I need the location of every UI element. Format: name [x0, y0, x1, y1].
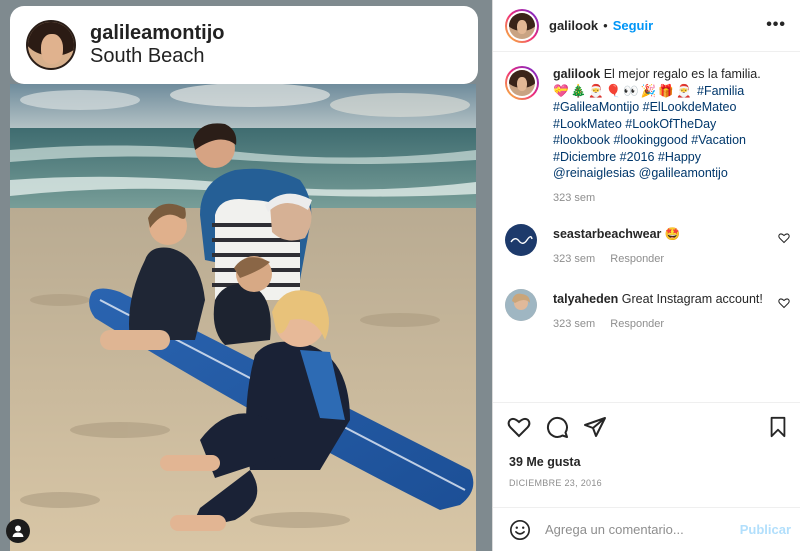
- comment-text: 🤩: [664, 227, 681, 241]
- story-username[interactable]: galileamontijo: [90, 22, 224, 45]
- comment-time: 323 sem: [553, 317, 596, 330]
- caption-username[interactable]: galilook: [553, 67, 600, 81]
- post-caption: galilook El mejor regalo es la familia. …: [493, 52, 800, 206]
- post-details-panel: galilook • Seguir ••• galilook El mejor …: [492, 0, 800, 551]
- story-location[interactable]: South Beach: [90, 45, 224, 68]
- likes-count[interactable]: 39 Me gusta: [509, 455, 581, 469]
- follow-button[interactable]: Seguir: [613, 18, 653, 33]
- comment-input[interactable]: [545, 522, 725, 537]
- comment-text: Great Instagram account!: [621, 292, 763, 306]
- publish-button[interactable]: Publicar: [740, 522, 791, 537]
- story-header: galileamontijo South Beach: [10, 6, 478, 84]
- caption-avatar[interactable]: [505, 66, 539, 100]
- tagged-users-button[interactable]: [6, 519, 30, 543]
- post-actions-bar: [493, 402, 800, 450]
- caption-emojis: 💝🎄🎅🎈👀🎉🎁🎅: [553, 83, 694, 98]
- comment-time: 323 sem: [553, 252, 596, 265]
- like-button[interactable]: [507, 415, 531, 439]
- more-options-icon[interactable]: •••: [766, 16, 786, 34]
- share-button[interactable]: [583, 415, 607, 439]
- header-avatar[interactable]: [505, 8, 539, 43]
- instagram-post-viewer: galileamontijo South Beach galilook • Se…: [0, 0, 800, 551]
- separator-dot: •: [603, 18, 608, 33]
- caption-mentions[interactable]: @reinaiglesias @galileamontijo: [553, 166, 728, 180]
- bookmark-icon: [770, 416, 786, 438]
- story-avatar[interactable]: [26, 20, 76, 70]
- comment-username[interactable]: seastarbeachwear: [553, 227, 661, 241]
- comment-item: seastarbeachwear 🤩 323 sem Responder: [493, 224, 800, 267]
- like-comment-heart-icon[interactable]: [778, 297, 790, 309]
- comment-item: talyaheden Great Instagram account! 323 …: [493, 289, 800, 332]
- comment-button[interactable]: [545, 415, 569, 439]
- post-header: galilook • Seguir •••: [493, 0, 800, 52]
- reply-button[interactable]: Responder: [610, 253, 664, 265]
- seastar-logo-icon: [510, 236, 533, 244]
- paper-plane-icon: [584, 416, 606, 437]
- emoji-icon[interactable]: [509, 519, 531, 541]
- comment-bubble-icon: [546, 416, 568, 438]
- comment-avatar[interactable]: [505, 289, 537, 321]
- person-icon: [12, 525, 24, 537]
- post-image[interactable]: galileamontijo South Beach: [0, 0, 492, 551]
- header-username[interactable]: galilook: [549, 18, 598, 33]
- comment-username[interactable]: talyaheden: [553, 292, 618, 306]
- caption-timestamp: 323 sem: [553, 191, 596, 204]
- like-comment-heart-icon[interactable]: [778, 232, 790, 244]
- post-date: DICIEMBRE 23, 2016: [509, 478, 602, 488]
- caption-text: El mejor regalo es la familia.: [603, 67, 761, 81]
- add-comment-bar: Publicar: [493, 507, 800, 551]
- save-button[interactable]: [767, 416, 789, 443]
- heart-icon: [507, 417, 531, 437]
- profile-photo-icon: [505, 289, 537, 321]
- comment-avatar[interactable]: [505, 224, 537, 256]
- reply-button[interactable]: Responder: [610, 318, 664, 330]
